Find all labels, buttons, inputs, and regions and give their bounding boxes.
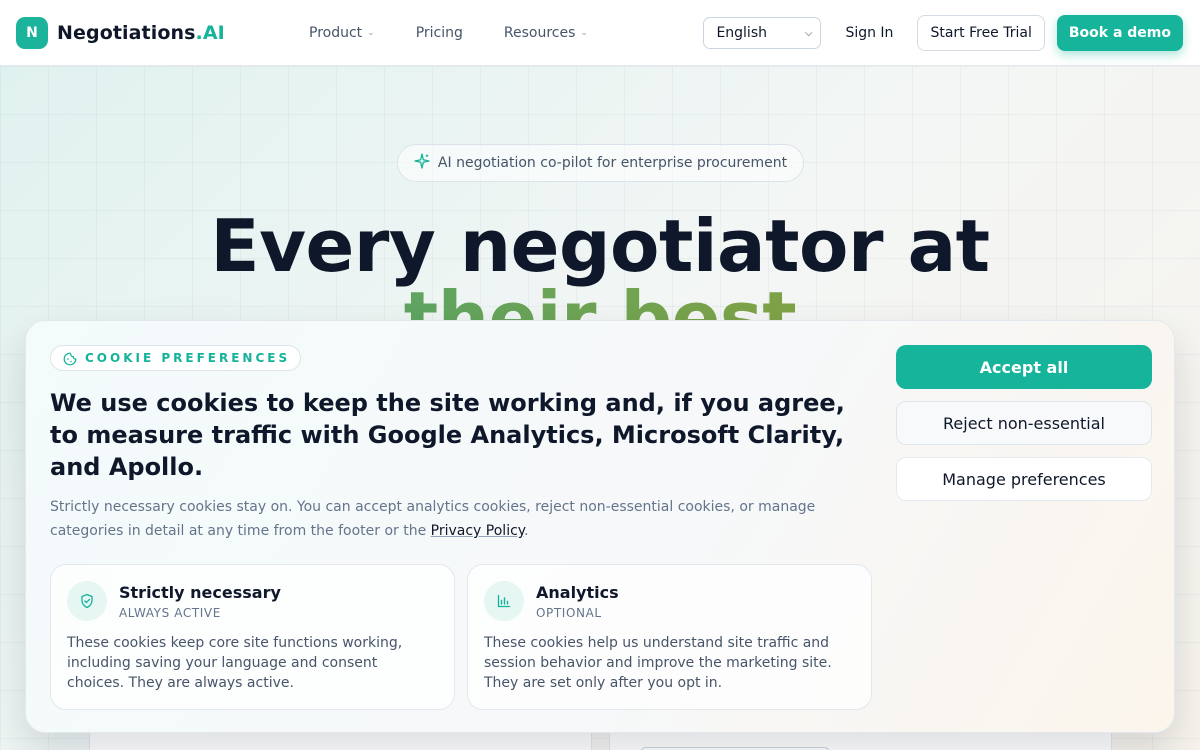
brand-name-text: Negotiations — [57, 21, 196, 44]
cookie-actions: Accept all Reject non-essential Manage p… — [896, 345, 1152, 513]
nav-item-pricing[interactable]: Pricing — [392, 25, 487, 41]
cookie-description-end: . — [524, 523, 529, 539]
privacy-policy-link[interactable]: Privacy Policy — [431, 523, 524, 539]
category-description: These cookies help us understand site tr… — [484, 635, 832, 691]
header-actions: English ⌵ Sign In Start Free Trial Book … — [703, 15, 1183, 51]
brand-name: Negotiations.AI — [57, 22, 225, 44]
manage-preferences-button[interactable]: Manage preferences — [896, 457, 1152, 501]
cookie-banner-description: Strictly necessary cookies stay on. You … — [50, 495, 870, 543]
chevron-down-icon: ⌄ — [580, 28, 588, 38]
cookie-icon — [63, 351, 77, 366]
language-select-value: English — [716, 25, 767, 41]
cookie-category-strictly-necessary: Strictly necessary ALWAYS ACTIVE These c… — [50, 564, 455, 710]
sign-in-link[interactable]: Sign In — [833, 25, 905, 41]
cookie-consent-banner: COOKIE PREFERENCES We use cookies to kee… — [25, 320, 1175, 733]
category-status: OPTIONAL — [536, 606, 602, 620]
cookie-category-analytics: Analytics OPTIONAL These cookies help us… — [467, 564, 872, 710]
brand-name-suffix: .AI — [195, 21, 225, 44]
brand-mark-icon: N — [16, 16, 48, 49]
nav-item-product[interactable]: Product ⌄ — [292, 25, 392, 41]
book-demo-button[interactable]: Book a demo — [1056, 15, 1183, 51]
hero-badge: AI negotiation co-pilot for enterprise p… — [397, 144, 804, 182]
category-title: Analytics — [536, 583, 619, 602]
nav-item-pricing-label: Pricing — [415, 25, 463, 41]
chevron-down-icon: ⌵ — [804, 27, 813, 39]
category-description: These cookies keep core site functions w… — [67, 635, 403, 691]
reject-non-essential-button[interactable]: Reject non-essential — [896, 401, 1152, 445]
accept-all-button[interactable]: Accept all — [896, 345, 1152, 389]
hero-badge-text: AI negotiation co-pilot for enterprise p… — [437, 155, 788, 171]
nav-item-resources-label: Resources — [503, 25, 576, 41]
sparkle-icon — [414, 153, 430, 173]
cookie-preferences-tag-label: COOKIE PREFERENCES — [85, 351, 291, 365]
chevron-down-icon: ⌄ — [367, 28, 375, 38]
shield-check-icon — [67, 581, 107, 621]
nav-item-product-label: Product — [309, 25, 363, 41]
category-status: ALWAYS ACTIVE — [119, 606, 221, 620]
category-title: Strictly necessary — [119, 583, 281, 602]
language-select[interactable]: English ⌵ — [703, 17, 822, 49]
start-free-trial-button[interactable]: Start Free Trial — [917, 15, 1045, 51]
main-nav: Product ⌄ Pricing Resources ⌄ — [292, 0, 605, 66]
hero-title: Every negotiator at — [210, 204, 990, 288]
cookie-banner-heading: We use cookies to keep the site working … — [50, 389, 845, 481]
bar-chart-icon — [484, 581, 524, 621]
nav-item-resources[interactable]: Resources ⌄ — [487, 25, 605, 41]
brand-logo[interactable]: N Negotiations.AI — [16, 16, 225, 49]
top-navigation-bar: N Negotiations.AI Product ⌄ Pricing Reso… — [0, 0, 1200, 66]
cookie-preferences-tag: COOKIE PREFERENCES — [50, 345, 301, 371]
